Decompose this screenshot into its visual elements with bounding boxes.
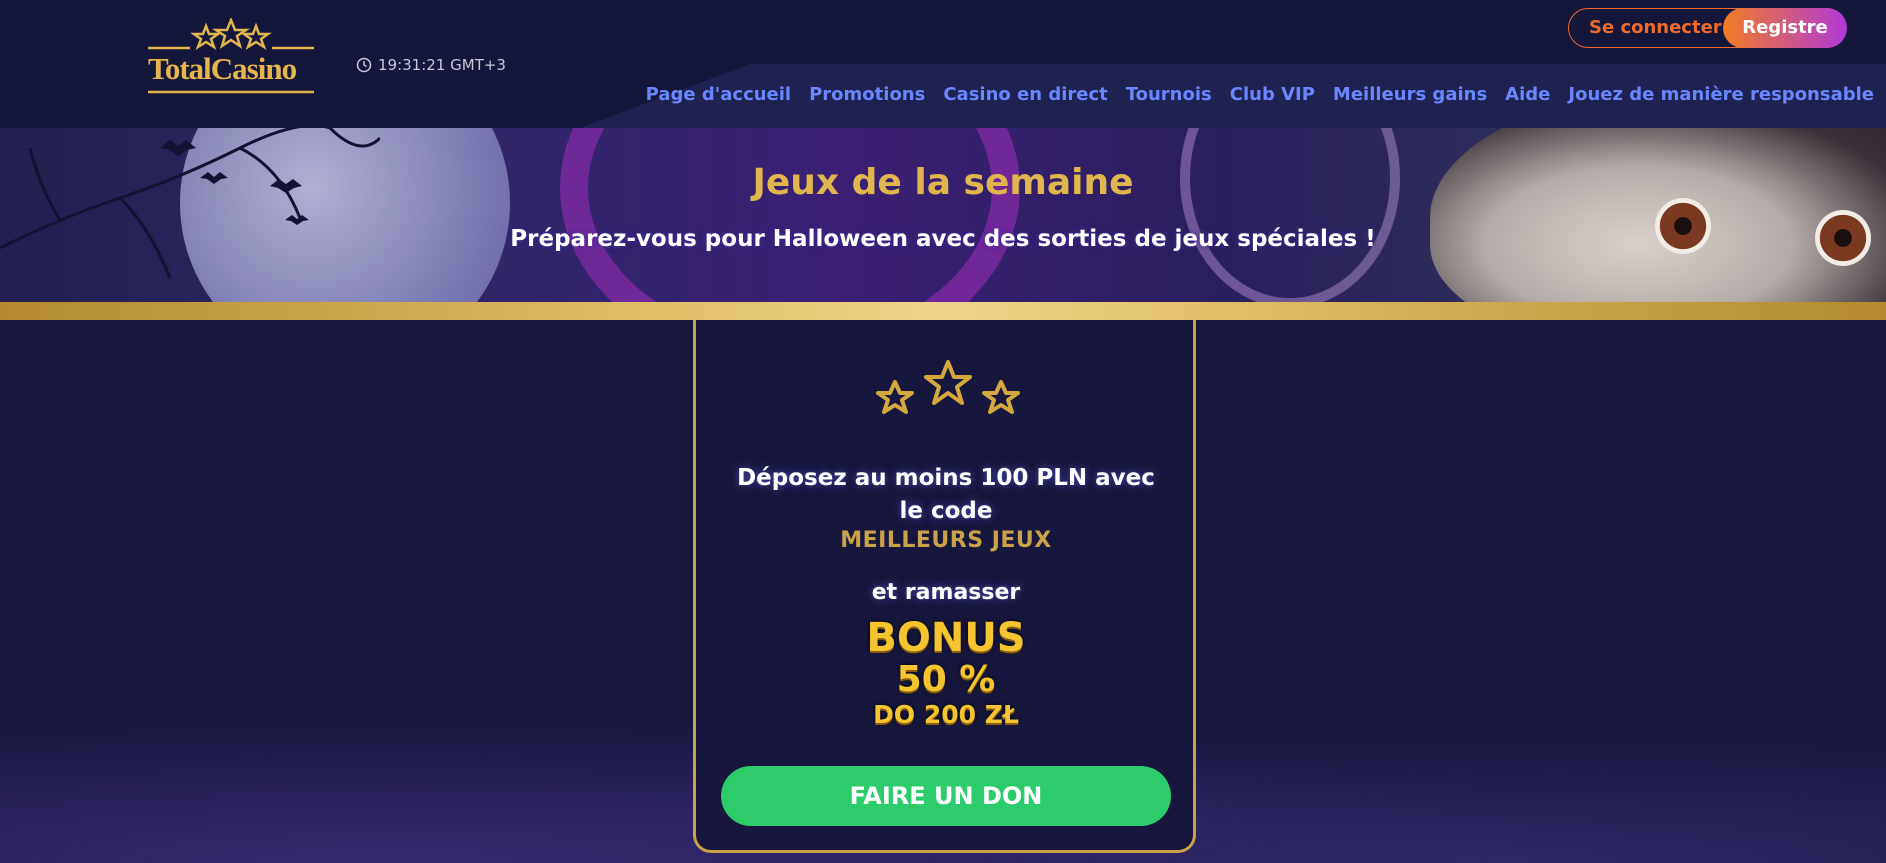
bonus-line: BONUS bbox=[866, 615, 1026, 661]
nav-promotions[interactable]: Promotions bbox=[809, 84, 925, 105]
logo-text: TotalCasino bbox=[148, 51, 297, 86]
collect-text: et ramasser bbox=[871, 580, 1021, 605]
bonus-graphic: BONUS 50 % DO 200 ZŁ bbox=[796, 618, 1096, 727]
deposit-button[interactable]: FAIRE UN DON bbox=[721, 766, 1171, 826]
promo-code: MEILLEURS JEUX bbox=[840, 528, 1052, 553]
hero-banner: Jeux de la semaine Préparez-vous pour Ha… bbox=[0, 128, 1886, 302]
bonus-percent: 50 % bbox=[896, 659, 996, 700]
gold-divider bbox=[0, 302, 1886, 320]
nav-tournaments[interactable]: Tournois bbox=[1126, 84, 1212, 105]
nav-help[interactable]: Aide bbox=[1505, 84, 1550, 105]
swirl-illustration bbox=[1180, 128, 1400, 302]
login-button[interactable]: Se connecter bbox=[1589, 17, 1722, 38]
page: TotalCasino 19:31:21 GMT+3 Se connecter … bbox=[0, 0, 1886, 863]
auth-group: Se connecter Registre bbox=[1568, 7, 1847, 48]
bonus-card: Déposez au moins 100 PLN avec le code ME… bbox=[693, 320, 1196, 853]
nav-live-casino[interactable]: Casino en direct bbox=[943, 84, 1107, 105]
bonus-cap: DO 200 ZŁ bbox=[873, 700, 1019, 729]
nav-top-wins[interactable]: Meilleurs gains bbox=[1333, 84, 1487, 105]
nav-responsible-gaming[interactable]: Jouez de manière responsable bbox=[1568, 84, 1874, 105]
hero-subtitle: Préparez-vous pour Halloween avec des so… bbox=[510, 226, 1376, 252]
bats-and-branches-illustration bbox=[0, 128, 380, 279]
logo[interactable]: TotalCasino bbox=[146, 18, 316, 96]
clock-time: 19:31:21 GMT+3 bbox=[378, 56, 506, 74]
clock-icon bbox=[356, 57, 372, 73]
hero-title: Jeux de la semaine bbox=[752, 162, 1134, 203]
site-header: TotalCasino 19:31:21 GMT+3 Se connecter … bbox=[0, 0, 1886, 128]
offer-text: Déposez au moins 100 PLN avec le code bbox=[737, 465, 1155, 524]
three-stars-icon bbox=[876, 360, 1020, 414]
nav-vip-club[interactable]: Club VIP bbox=[1230, 84, 1315, 105]
dog-illustration bbox=[1430, 128, 1886, 302]
server-clock: 19:31:21 GMT+3 bbox=[356, 56, 506, 74]
register-button[interactable]: Registre bbox=[1723, 7, 1847, 48]
nav-home[interactable]: Page d'accueil bbox=[646, 84, 791, 105]
purple-swirl-illustration bbox=[560, 128, 1020, 302]
main-nav: Page d'accueil Promotions Casino en dire… bbox=[646, 84, 1874, 105]
